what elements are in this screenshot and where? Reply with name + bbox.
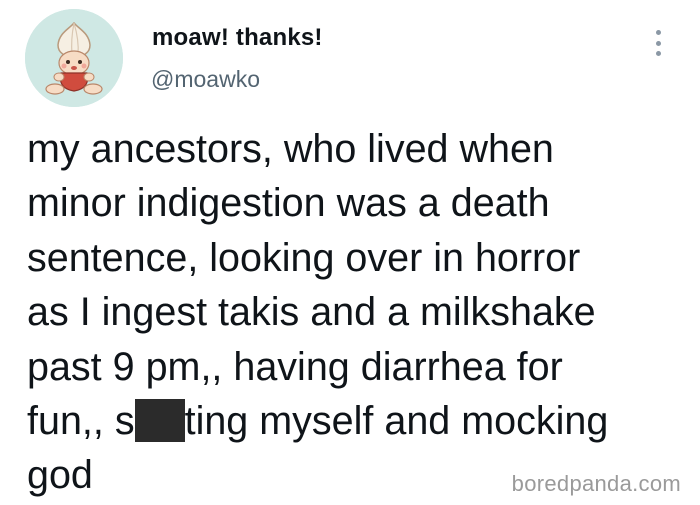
more-options-button[interactable] (648, 28, 668, 58)
tweet-line: my ancestors, who lived when (27, 127, 554, 171)
tweet-text-fragment: fun,, s (27, 399, 135, 444)
onion-character-icon (25, 9, 123, 107)
tweet-card: moaw! thanks! @moawko my ancestors, who … (0, 0, 700, 505)
censor-bar (134, 399, 185, 443)
avatar[interactable] (25, 9, 123, 107)
watermark: boredpanda.com (511, 471, 681, 496)
tweet-line: past 9 pm,, having diarrhea for (27, 344, 563, 389)
tweet-line: minor indigestion was a death (27, 181, 550, 226)
author-handle[interactable]: @moawko (151, 66, 260, 93)
author-display-name[interactable]: moaw! thanks! (152, 24, 323, 52)
tweet-text: my ancestors, who lived when minor indig… (27, 122, 687, 503)
tweet-line: sentence, looking over in horror (27, 235, 581, 280)
tweet-text-fragment: ting myself and mocking (184, 399, 609, 444)
vertical-dots-icon (655, 30, 661, 35)
tweet-line-censored: fun,, s ting myself and mocking (27, 394, 687, 448)
tweet-line: as I ingest takis and a milkshake (27, 290, 596, 335)
